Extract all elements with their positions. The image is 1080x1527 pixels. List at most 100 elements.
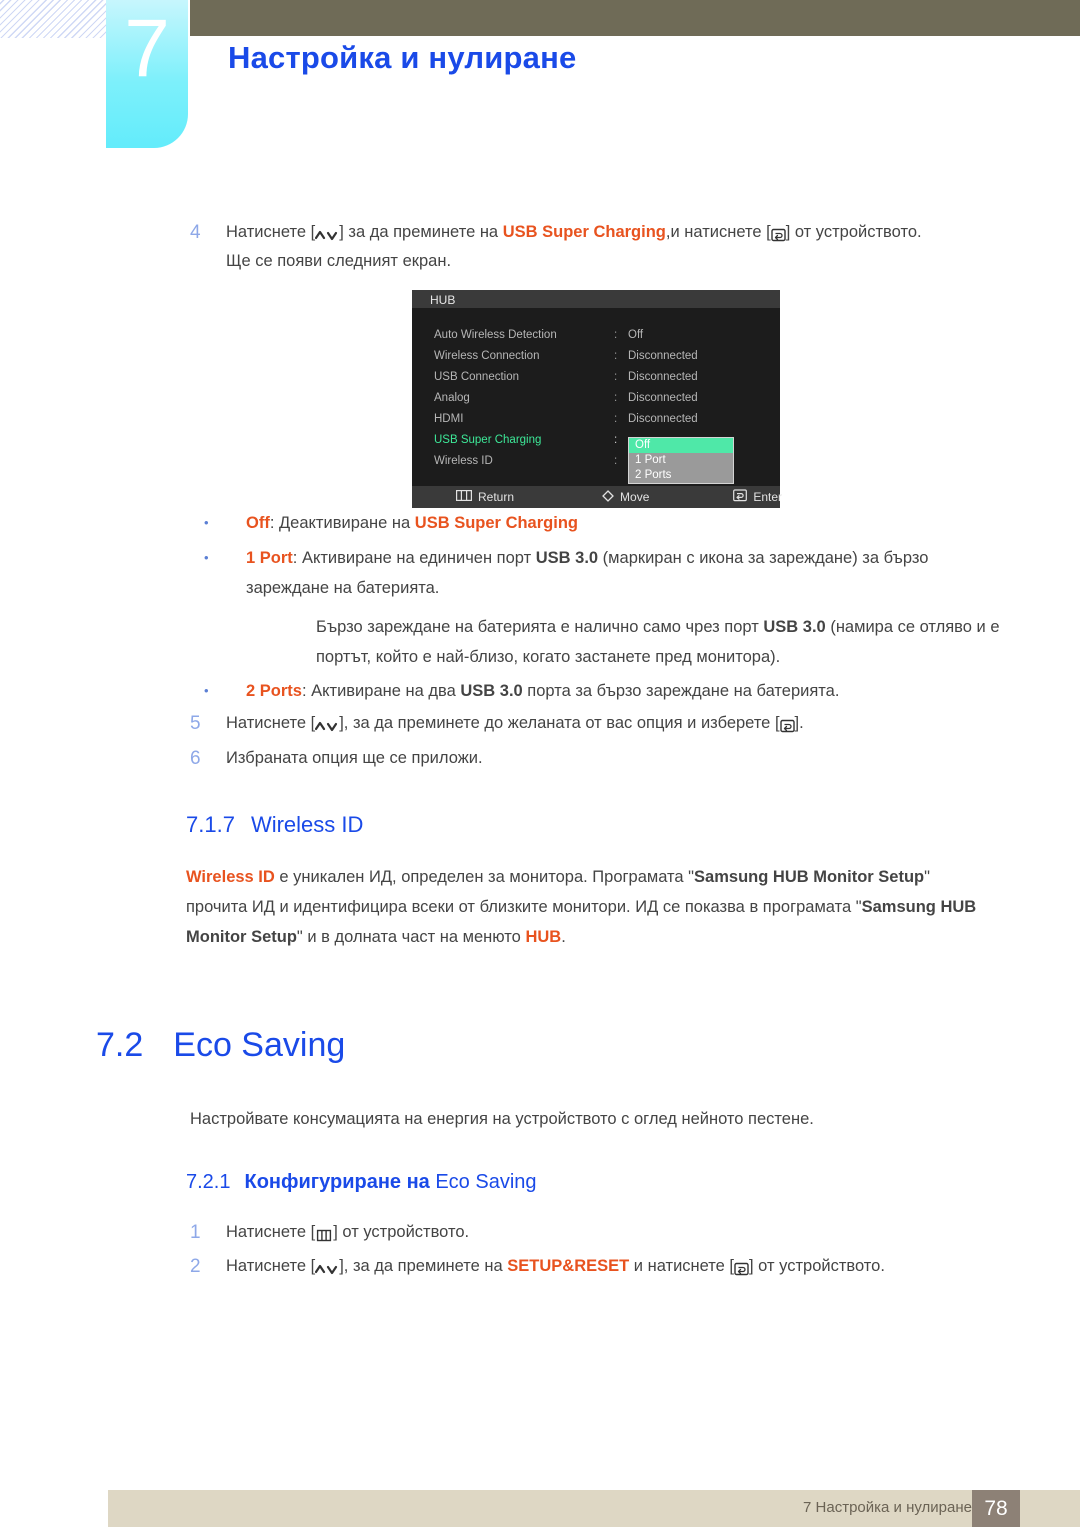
osd-row: HDMI : Disconnected bbox=[412, 408, 780, 429]
body-text-part: . bbox=[561, 928, 566, 946]
step-text-part: ], за да преминете до желаната от вас оп… bbox=[339, 714, 780, 732]
osd-row-label: USB Connection bbox=[434, 370, 520, 383]
osd-row: Analog : Disconnected bbox=[412, 387, 780, 408]
bullet-term: 1 Port bbox=[246, 549, 293, 567]
osd-row-value: Disconnected bbox=[628, 391, 698, 404]
step-text-part: ], за да преминете на bbox=[339, 1257, 508, 1275]
osd-footer-label: Return bbox=[478, 490, 515, 504]
enter-key-icon bbox=[734, 1261, 749, 1276]
step-text-part: ] от устройството. bbox=[749, 1257, 885, 1275]
bullet-term: 2 Ports bbox=[246, 682, 302, 700]
osd-row-colon: : bbox=[614, 454, 618, 467]
step-highlight: SETUP&RESET bbox=[507, 1257, 630, 1275]
body-text-part: " и в долната част на менюто bbox=[296, 928, 526, 946]
step-number: 6 bbox=[190, 748, 201, 769]
bullet-item-1port: • 1 Port: Активиране на единичен порт US… bbox=[190, 543, 1006, 603]
step-4: 4 Натиснете [ ] за да преминете на USB Su… bbox=[190, 218, 922, 276]
osd-row-colon: : bbox=[614, 433, 618, 446]
osd-row-value: Disconnected bbox=[628, 370, 698, 383]
osd-title: HUB bbox=[412, 290, 780, 308]
osd-footer-return: Return bbox=[456, 490, 514, 504]
heading-title: Wireless ID bbox=[250, 812, 364, 837]
step-number: 4 bbox=[190, 222, 201, 243]
footer-chapter-label: 7 Настройка и нулиране bbox=[803, 1499, 972, 1516]
osd-row-value: Off bbox=[628, 328, 644, 341]
section-7-1-7-body: Wireless ID е уникален ИД, определен за … bbox=[186, 862, 986, 952]
bullet-text-part: Активиране на единичен порт bbox=[301, 549, 536, 567]
osd-row-colon: : bbox=[614, 370, 618, 383]
step-number: 5 bbox=[190, 713, 201, 734]
bullet-item-2ports: • 2 Ports: Активиране на два USB 3.0 пор… bbox=[190, 676, 839, 706]
osd-row-colon: : bbox=[614, 349, 618, 362]
chapter-tab: 7 bbox=[106, 0, 188, 148]
bullet-sep: : bbox=[292, 549, 302, 567]
step-text: Натиснете [ ], за да преминете до желанат… bbox=[226, 709, 804, 738]
enter-key-icon bbox=[733, 489, 748, 505]
osd-row-colon: : bbox=[614, 391, 618, 404]
osd-row-label: Auto Wireless Detection bbox=[434, 328, 557, 341]
step-text-part: ] за да преминете на bbox=[339, 223, 503, 241]
osd-dropdown-option-2ports: 2 Ports bbox=[635, 469, 672, 481]
bullet-marker-glyph: • bbox=[204, 683, 209, 698]
step-text-part: Натиснете [ bbox=[226, 1257, 316, 1275]
header-hatch-decoration bbox=[0, 0, 108, 38]
note-text: Бързо зареждане на батерията е налично с… bbox=[316, 612, 1016, 672]
bullet-marker: • bbox=[190, 508, 246, 538]
bullet-text: 1 Port: Активиране на единичен порт USB … bbox=[246, 543, 1006, 603]
updown-key-icon bbox=[315, 227, 339, 242]
bullet-text: 2 Ports: Активиране на два USB 3.0 порта… bbox=[246, 676, 839, 706]
step-text-part: ] от устройството. bbox=[333, 1223, 470, 1241]
note-bold-part: USB 3.0 bbox=[763, 618, 826, 636]
step-text-part: Натиснете [ bbox=[226, 714, 316, 732]
osd-row: USB Connection : Disconnected bbox=[412, 366, 780, 387]
osd-row-label: Wireless Connection bbox=[434, 349, 540, 362]
updown-key-icon bbox=[315, 718, 339, 733]
heading-title: Eco Saving bbox=[173, 1026, 346, 1064]
bullet-highlight: USB Super Charging bbox=[414, 514, 578, 532]
step-text-part: Натиснете [ bbox=[226, 223, 316, 241]
bullet-sep: : bbox=[269, 514, 279, 532]
osd-menu-screenshot: HUB Auto Wireless Detection : Off Wirele… bbox=[412, 290, 782, 508]
bullet-marker: • bbox=[190, 543, 246, 573]
bullet-marker-glyph: • bbox=[204, 550, 209, 565]
step-5: 5 Натиснете [ ], за да преминете до желан… bbox=[190, 709, 804, 738]
osd-dropdown-option-1port: 1 Port bbox=[635, 454, 666, 466]
chapter-number: 7 bbox=[124, 3, 170, 94]
osd-row: Auto Wireless Detection : Off bbox=[412, 324, 780, 345]
menu-key-icon bbox=[315, 1227, 333, 1242]
step-text-part: ] от устройството. bbox=[785, 223, 922, 241]
osd-row-label: Analog bbox=[434, 391, 470, 404]
osd-row-value: Disconnected bbox=[628, 349, 698, 362]
osd-row-colon: : bbox=[614, 412, 618, 425]
osd-row-label: USB Super Charging bbox=[434, 433, 542, 446]
step-text-part: ]. bbox=[794, 714, 804, 732]
step-text: Избраната опция ще се приложи. bbox=[226, 749, 483, 767]
step-text-part: ,и натиснете [ bbox=[665, 223, 771, 241]
step-text-part: Натиснете [ bbox=[226, 1223, 316, 1241]
osd-row: Wireless Connection : Disconnected bbox=[412, 345, 780, 366]
body-bold-part: Samsung HUB Monitor Setup bbox=[694, 868, 925, 886]
bullet-text: Off: Деактивиране на USB Super Charging bbox=[246, 508, 578, 538]
bullet-text-part: порта за бързо зареждане на батерията. bbox=[522, 682, 840, 700]
osd-row-value: Disconnected bbox=[628, 412, 698, 425]
step-1: 1 Натиснете [] от устройството. bbox=[190, 1218, 469, 1247]
page-title: Настройка и нулиране bbox=[228, 40, 577, 75]
step-text-part: и натиснете [ bbox=[629, 1257, 735, 1275]
step-text-line2: Ще се появи следният екран. bbox=[226, 252, 452, 270]
step-highlight: USB Super Charging bbox=[502, 223, 666, 241]
heading-number: 7.2.1 bbox=[186, 1171, 231, 1193]
footer-page-number: 78 bbox=[972, 1490, 1020, 1527]
heading-7-2: 7.2 Eco Saving bbox=[96, 1026, 345, 1065]
osd-footer-label: Enter bbox=[753, 490, 783, 504]
updown-key-icon bbox=[315, 1261, 339, 1276]
osd-dropdown: Off 1 Port 2 Ports bbox=[628, 437, 734, 484]
osd-footer-label: Move bbox=[620, 490, 650, 504]
body-highlight: Wireless ID bbox=[186, 868, 275, 886]
bullet-marker-glyph: • bbox=[204, 515, 209, 530]
step-2: 2 Натиснете [], за да преминете на SETUP… bbox=[190, 1252, 885, 1281]
header-olive-bar bbox=[190, 0, 1080, 36]
osd-footer-enter: Enter bbox=[733, 489, 782, 505]
bullet-sep: : bbox=[301, 682, 312, 700]
osd-row-label: Wireless ID bbox=[434, 454, 493, 467]
bullet-text-part: Деактивиране на bbox=[279, 514, 415, 532]
